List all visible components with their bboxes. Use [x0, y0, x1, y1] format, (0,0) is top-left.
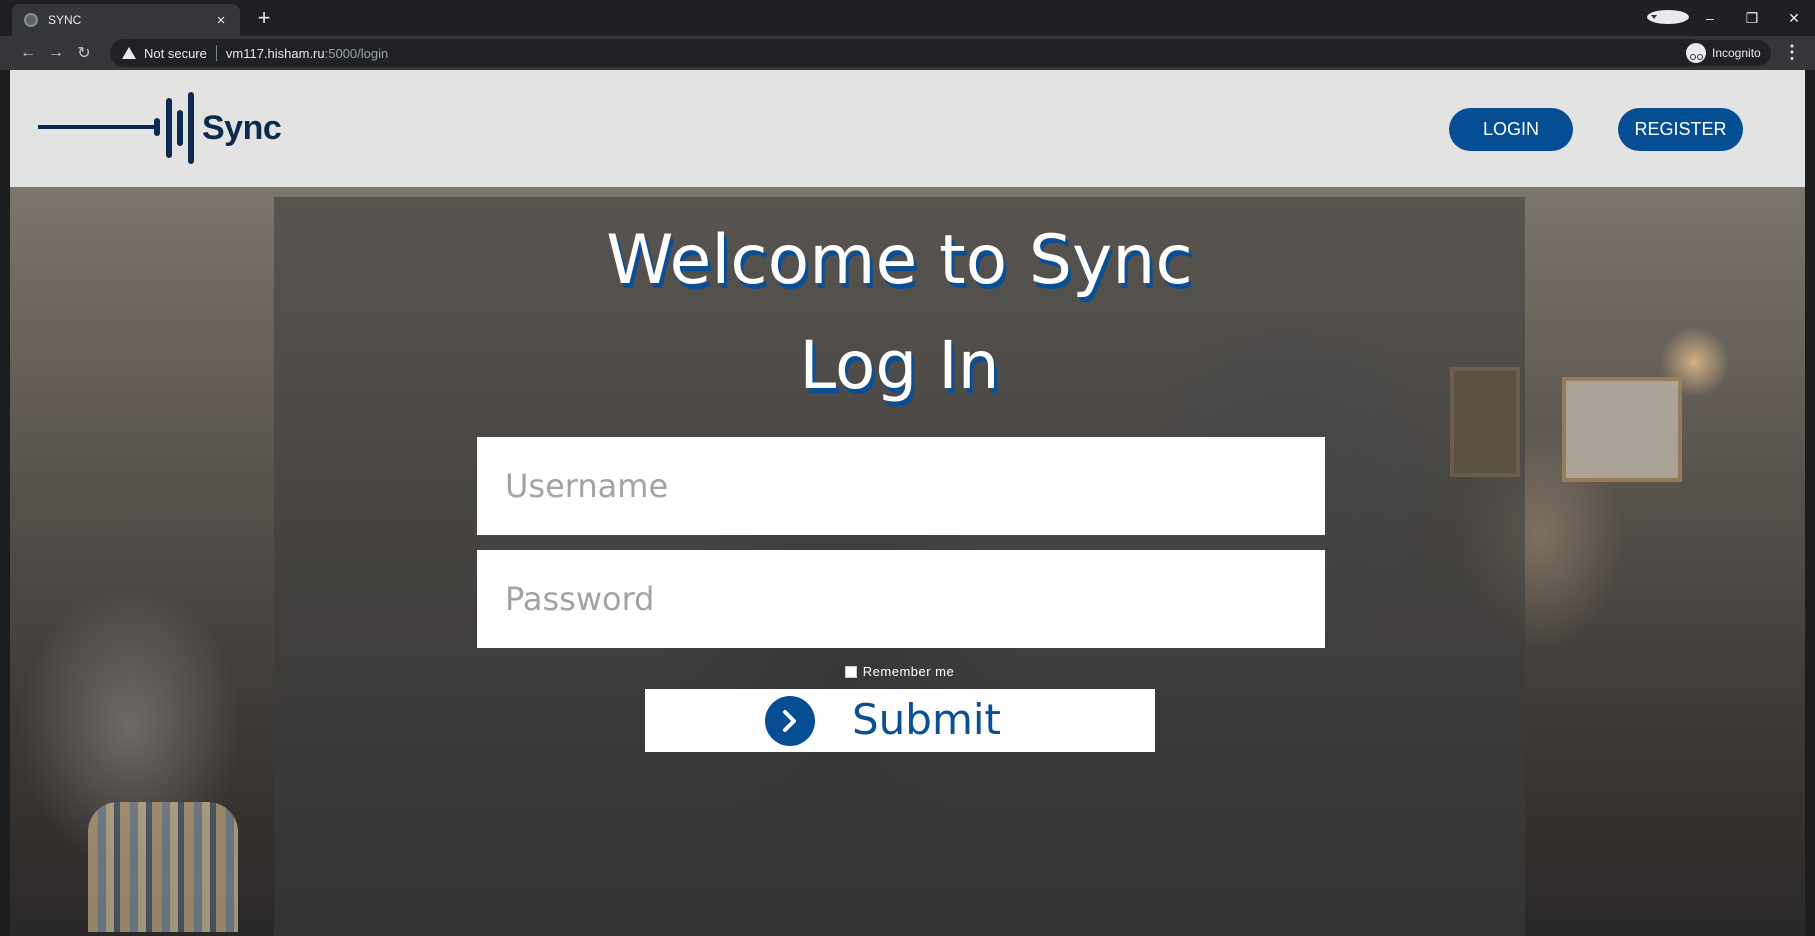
remember-me-label[interactable]: Remember me — [863, 664, 954, 679]
submit-label: Submit — [852, 695, 1001, 744]
web-page: Sync LOGIN REGISTER Welcome to Sync Log … — [10, 70, 1805, 936]
background-cushion — [88, 802, 238, 932]
remember-me-row: Remember me — [274, 664, 1525, 679]
submit-button[interactable]: Submit — [645, 689, 1155, 752]
browser-tab[interactable]: SYNC × — [12, 4, 240, 36]
waveform-icon — [38, 92, 194, 164]
incognito-badge[interactable]: Incognito — [1682, 40, 1771, 66]
logo-wordmark: Sync — [202, 108, 282, 147]
sync-logo[interactable]: Sync — [38, 90, 282, 166]
chevron-right-icon — [765, 696, 815, 746]
address-divider — [215, 45, 217, 61]
incognito-icon — [1686, 43, 1706, 63]
reload-icon[interactable]: ↻ — [70, 43, 98, 63]
new-tab-button[interactable]: + — [252, 6, 276, 30]
password-input[interactable] — [477, 550, 1325, 648]
browser-tab-strip: SYNC × + – ❐ ✕ — [0, 0, 1815, 36]
close-tab-icon[interactable]: × — [212, 12, 230, 29]
url-path: :5000/login — [324, 45, 389, 61]
profile-menu-icon[interactable] — [1647, 9, 1689, 27]
restore-icon[interactable]: ❐ — [1731, 10, 1773, 27]
login-nav-button[interactable]: LOGIN — [1449, 108, 1573, 151]
hero-background-photo: Welcome to Sync Log In Remember me Submi… — [10, 187, 1805, 936]
security-label[interactable]: Not secure — [144, 46, 207, 61]
background-picture-frame — [1562, 377, 1682, 482]
welcome-heading: Welcome to Sync — [606, 221, 1193, 300]
url-host: vm117.hisham.ru — [225, 45, 325, 61]
register-nav-button[interactable]: REGISTER — [1618, 108, 1743, 151]
forward-arrow-icon[interactable]: → — [42, 44, 70, 62]
username-input[interactable] — [477, 437, 1325, 535]
tab-title: SYNC — [48, 13, 82, 27]
login-panel: Welcome to Sync Log In Remember me Submi… — [274, 197, 1525, 936]
site-header: Sync LOGIN REGISTER — [10, 70, 1805, 187]
incognito-label: Incognito — [1712, 46, 1761, 60]
minimize-icon[interactable]: – — [1689, 10, 1731, 26]
address-bar[interactable]: Not secure vm117.hisham.ru:5000/login ☆ — [110, 39, 1705, 67]
close-window-icon[interactable]: ✕ — [1773, 10, 1815, 27]
remember-me-checkbox[interactable] — [844, 665, 857, 678]
back-arrow-icon[interactable]: ← — [14, 44, 42, 62]
warning-icon — [122, 47, 136, 59]
globe-icon — [24, 13, 38, 27]
browser-toolbar: ← → ↻ Not secure vm117.hisham.ru:5000/lo… — [0, 36, 1815, 70]
window-controls: – ❐ ✕ — [1647, 0, 1815, 36]
login-heading: Log In — [799, 327, 1000, 404]
more-menu-icon[interactable]: ⋮ — [1783, 42, 1801, 62]
